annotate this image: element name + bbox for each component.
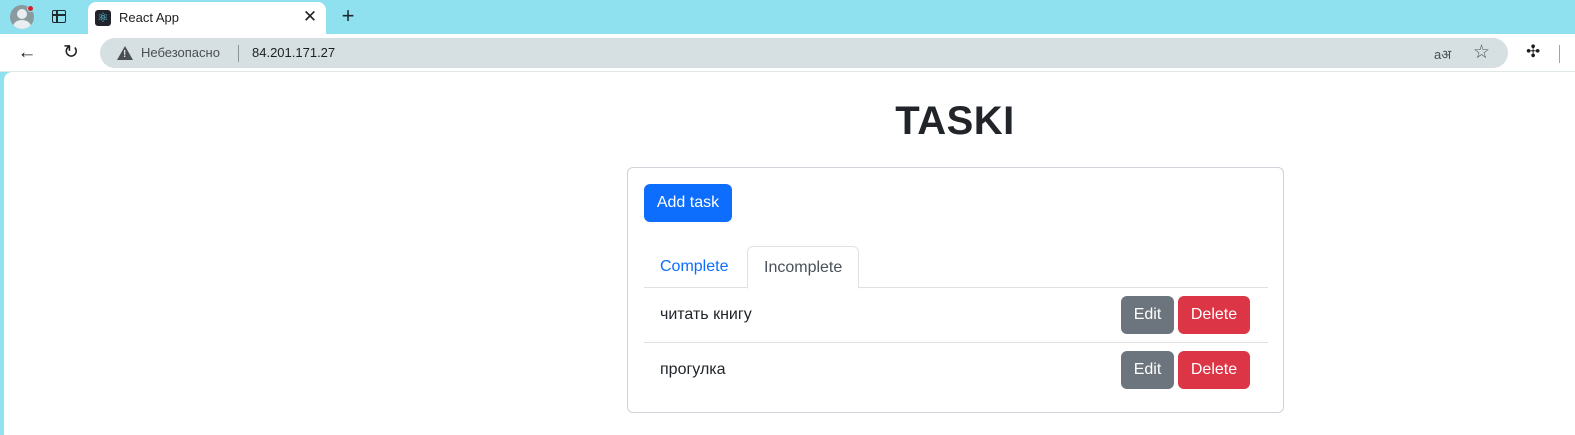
edit-button[interactable]: Edit xyxy=(1121,296,1174,334)
browser-tab[interactable]: ⚛ React App ✕ xyxy=(88,2,326,34)
task-row: читать книгу Edit Delete xyxy=(644,288,1268,343)
extensions-puzzle-icon[interactable]: ✣ xyxy=(1526,42,1540,62)
url-text[interactable]: 84.201.171.27 xyxy=(252,45,335,60)
new-tab-button[interactable]: + xyxy=(337,5,359,27)
delete-button[interactable]: Delete xyxy=(1178,351,1250,389)
address-divider xyxy=(238,45,239,62)
app-title: TASKI xyxy=(895,99,1015,143)
viewport: TASKI Add task Complete Incomplete читат… xyxy=(0,72,1575,435)
toolbar-divider xyxy=(1559,45,1560,63)
browser-toolbar: ← ↻ ! Небезопасно 84.201.171.27 aअ ☆ ✣ xyxy=(0,34,1575,72)
tab-actions-icon[interactable] xyxy=(52,10,66,23)
task-tabs: Complete Incomplete xyxy=(644,246,1268,289)
back-arrow-icon[interactable]: ← xyxy=(16,42,38,64)
address-bar[interactable]: ! Небезопасно 84.201.171.27 aअ ☆ xyxy=(100,38,1508,68)
browser-tab-strip: ⚛ React App ✕ + xyxy=(0,0,1575,34)
edit-button[interactable]: Edit xyxy=(1121,351,1174,389)
favorite-star-icon[interactable]: ☆ xyxy=(1473,41,1490,64)
task-text: прогулка xyxy=(660,361,726,378)
page-content: TASKI Add task Complete Incomplete читат… xyxy=(4,72,1575,435)
tab-close-icon[interactable]: ✕ xyxy=(302,8,318,25)
task-text: читать книгу xyxy=(660,306,752,323)
task-row: прогулка Edit Delete xyxy=(644,343,1268,398)
notification-dot-icon xyxy=(27,5,34,12)
security-label[interactable]: Небезопасно xyxy=(141,45,220,60)
tab-complete[interactable]: Complete xyxy=(644,246,744,288)
delete-button[interactable]: Delete xyxy=(1178,296,1250,334)
add-task-button[interactable]: Add task xyxy=(644,184,732,222)
read-aloud-icon[interactable]: aअ xyxy=(1434,45,1451,63)
task-card: Add task Complete Incomplete читать книг… xyxy=(627,167,1284,413)
warning-icon[interactable]: ! xyxy=(117,46,133,60)
react-favicon-icon: ⚛ xyxy=(95,10,111,26)
tab-incomplete[interactable]: Incomplete xyxy=(747,246,860,289)
reload-icon[interactable]: ↻ xyxy=(60,42,82,64)
tab-title: React App xyxy=(119,10,179,25)
